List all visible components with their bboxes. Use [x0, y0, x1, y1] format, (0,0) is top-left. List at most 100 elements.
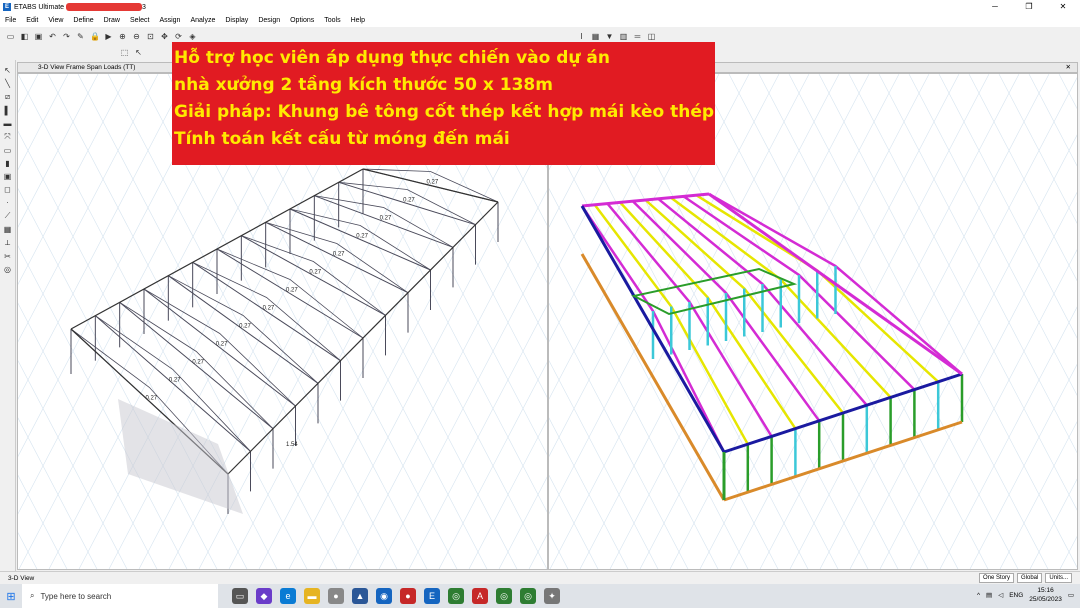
draw-column-icon[interactable]: ▌	[5, 106, 11, 115]
grid-line	[849, 134, 1077, 569]
run-icon[interactable]: ▶	[104, 32, 113, 41]
save-icon[interactable]: ▣	[34, 32, 43, 41]
grid-line	[1029, 478, 1077, 569]
select-all-icon[interactable]: ⬚	[120, 48, 129, 57]
pan-icon[interactable]: ✥	[160, 32, 169, 41]
text-cursor-icon[interactable]: I	[577, 32, 586, 41]
zoom-window-icon[interactable]: ⊡	[146, 32, 155, 41]
search-placeholder: Type here to search	[40, 591, 112, 601]
status-bar: 3-D View One Story Global Units...	[0, 571, 1080, 584]
menu-draw[interactable]: Draw	[99, 17, 125, 24]
banner-line-4: Tính toán kết cấu từ móng đến mái	[174, 129, 510, 149]
lock-icon[interactable]: 🔒	[90, 32, 100, 41]
draw-frame-icon[interactable]: ⧄	[5, 92, 10, 102]
network-icon[interactable]: ▤	[986, 591, 992, 599]
menu-design[interactable]: Design	[253, 17, 285, 24]
volume-icon[interactable]: ◁	[998, 591, 1003, 599]
zoom-in-icon[interactable]: ⊕	[118, 32, 127, 41]
coord-system-select[interactable]: Global	[1016, 573, 1043, 583]
pencil-icon[interactable]: ✎	[76, 32, 85, 41]
edge-icon[interactable]: e	[280, 588, 296, 604]
window-title: ETABS Ultimate 3	[14, 2, 146, 11]
load-label: 0.27	[380, 216, 392, 222]
app-icon-1[interactable]: ●	[328, 588, 344, 604]
minimize-button[interactable]: ─	[978, 0, 1012, 13]
draw-slab-icon[interactable]: ▣	[4, 172, 12, 181]
lang-indicator[interactable]: ENG	[1009, 592, 1023, 599]
notification-icon[interactable]: ▭	[1068, 591, 1074, 599]
menu-analyze[interactable]: Analyze	[185, 17, 220, 24]
load-label: 0.27	[309, 270, 321, 276]
snap-icon[interactable]: ◎	[4, 265, 11, 274]
chrome-icon-2[interactable]: ◎	[496, 588, 512, 604]
windows-start-icon[interactable]: ⊞	[0, 590, 22, 603]
zoom-out-icon[interactable]: ⊖	[132, 32, 141, 41]
clock-date: 25/05/2023	[1029, 596, 1062, 603]
filter-icon[interactable]: ▼	[605, 32, 614, 41]
menu-assign[interactable]: Assign	[154, 17, 185, 24]
pointer-tool-icon[interactable]: ↖	[4, 66, 11, 75]
maximize-button[interactable]: ❐	[1012, 0, 1046, 13]
line-style-icon[interactable]: ═	[633, 32, 642, 41]
menu-edit[interactable]: Edit	[21, 17, 43, 24]
taskbar-search[interactable]: ⌕ Type here to search	[22, 584, 218, 608]
load-label: 0.27	[216, 342, 228, 348]
app-icon-4[interactable]: ●	[400, 588, 416, 604]
task-view-icon[interactable]: ▭	[232, 588, 248, 604]
draw-beam-icon[interactable]: ▬	[4, 119, 12, 128]
tray-chevron-icon[interactable]: ^	[977, 592, 980, 599]
close-button[interactable]: ✕	[1046, 0, 1080, 13]
app-icon-3[interactable]: ◉	[376, 588, 392, 604]
load-label: 0.27	[146, 396, 158, 402]
app-icon-2[interactable]: ▲	[352, 588, 368, 604]
draw-brace-icon[interactable]: ⤧	[4, 132, 10, 142]
load-label: 0.27	[286, 288, 298, 294]
grid-tool-icon[interactable]: ▦	[4, 225, 12, 234]
close-view-icon[interactable]: ✕	[1066, 63, 1071, 73]
load-label: 0.27	[239, 324, 251, 330]
draw-line-icon[interactable]: ╲	[5, 79, 10, 88]
etabs-task-icon[interactable]: E	[424, 588, 440, 604]
draw-opening-icon[interactable]: ◻	[4, 185, 11, 194]
story-select[interactable]: One Story	[978, 573, 1014, 583]
open-icon[interactable]: ◧	[20, 32, 29, 41]
menu-tools[interactable]: Tools	[319, 17, 345, 24]
dimension-icon[interactable]: ⟂	[5, 238, 10, 248]
side-beam	[580, 205, 726, 453]
chrome-icon[interactable]: ◎	[448, 588, 464, 604]
undo-icon[interactable]: ↶	[48, 32, 57, 41]
clock[interactable]: 15:16 25/05/2023	[1029, 586, 1062, 604]
menu-define[interactable]: Define	[68, 17, 98, 24]
draw-area-icon[interactable]: ▭	[4, 146, 12, 155]
file-explorer-icon[interactable]: ▬	[304, 588, 320, 604]
grid-icon[interactable]: ▦	[591, 32, 600, 41]
banner-line-3: Giải pháp: Khung bê tông cốt thép kết hợ…	[174, 102, 715, 122]
autocad-icon[interactable]: A	[472, 588, 488, 604]
pointer-icon[interactable]: ↖	[134, 48, 143, 57]
draw-link-icon[interactable]: ⟋	[5, 211, 11, 221]
menu-help[interactable]: Help	[346, 17, 370, 24]
menu-file[interactable]: File	[0, 17, 21, 24]
layer-icon[interactable]: ◫	[647, 32, 656, 41]
redo-icon[interactable]: ↷	[62, 32, 71, 41]
frame-icon[interactable]: ▥	[619, 32, 628, 41]
menu-select[interactable]: Select	[125, 17, 154, 24]
new-model-icon[interactable]: ▭	[6, 32, 15, 41]
draw-wall-icon[interactable]: ▮	[5, 159, 9, 168]
3d-view-icon[interactable]: ◈	[188, 32, 197, 41]
menu-view[interactable]: View	[43, 17, 68, 24]
chrome-icon-3[interactable]: ◎	[520, 588, 536, 604]
draw-point-icon[interactable]: ·	[6, 198, 9, 207]
grid-line	[969, 363, 1077, 569]
grid-line	[908, 74, 1077, 396]
menu-options[interactable]: Options	[285, 17, 319, 24]
section-cut-icon[interactable]: ✂	[4, 252, 11, 261]
menu-display[interactable]: Display	[220, 17, 253, 24]
refresh-icon[interactable]: ⟳	[174, 32, 183, 41]
banner-line-1: Hỗ trợ học viên áp dụng thực chiến vào d…	[174, 48, 610, 68]
app-icon-5[interactable]: ✦	[544, 588, 560, 604]
visual-studio-icon[interactable]: ◆	[256, 588, 272, 604]
load-label: 0.27	[403, 198, 415, 204]
load-label: 0.27	[263, 306, 275, 312]
units-button[interactable]: Units...	[1045, 573, 1072, 583]
